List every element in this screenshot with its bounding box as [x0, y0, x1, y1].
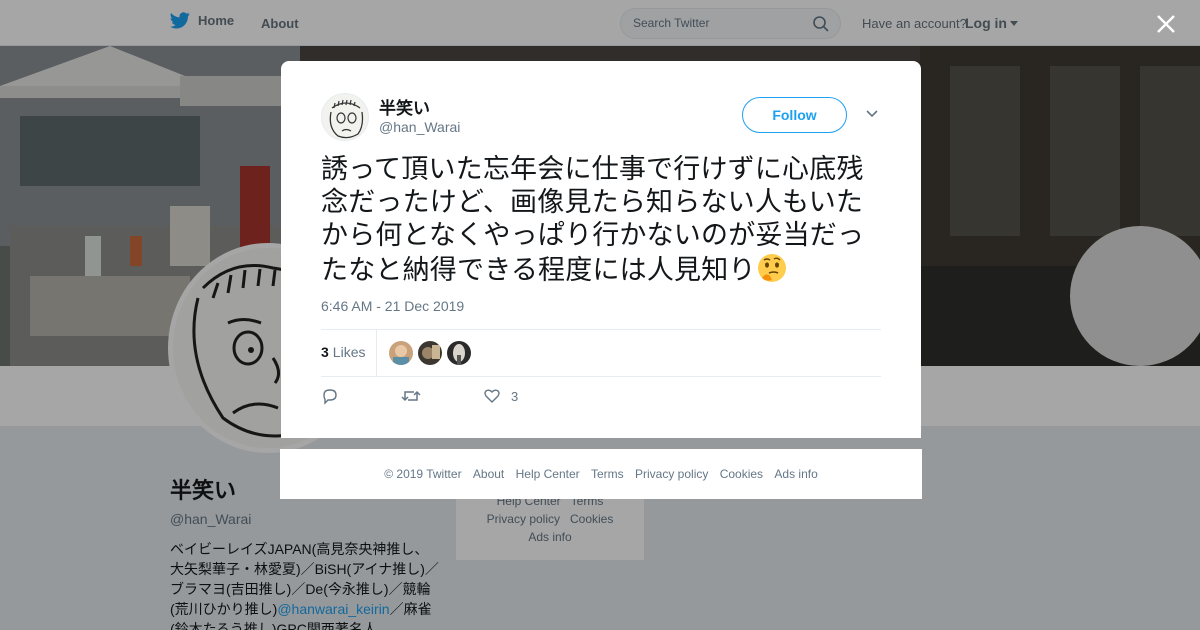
modal-footer: © 2019 Twitter About Help Center Terms P… [280, 449, 922, 499]
tweet-modal: 半笑い @han_Warai Follow 誘って頂いた忘年会に仕事で行けずに心… [281, 61, 921, 438]
close-icon[interactable] [1155, 13, 1177, 35]
tweet-author-handle[interactable]: @han_Warai [379, 119, 460, 135]
likes-label: Likes [332, 344, 366, 360]
footer-terms-link[interactable]: Terms [591, 467, 624, 481]
footer-ads-link[interactable]: Ads info [774, 467, 817, 481]
liker-avatar[interactable] [447, 341, 471, 365]
likes-count: 3 [321, 344, 329, 360]
tweet-author-avatar[interactable] [321, 93, 369, 141]
liker-avatars [389, 341, 471, 365]
liker-avatar[interactable] [418, 341, 442, 365]
reply-button[interactable] [321, 387, 339, 405]
thinking-face-icon [756, 252, 788, 292]
avatar-drawing-small [322, 94, 368, 140]
follow-button[interactable]: Follow [742, 97, 847, 133]
tweet-text: 誘って頂いた忘年会に仕事で行けずに心底残念だったけど、画像見たら知らない人もいた… [321, 153, 883, 292]
footer-copyright: © 2019 Twitter [384, 467, 462, 481]
stats-divider [376, 330, 377, 376]
retweet-icon [401, 390, 421, 402]
like-button[interactable]: 3 [483, 387, 518, 405]
chevron-down-icon[interactable] [865, 109, 879, 119]
footer-help-link[interactable]: Help Center [516, 467, 580, 481]
tweet-author-name[interactable]: 半笑い [379, 94, 430, 119]
heart-icon [484, 389, 500, 403]
retweet-button[interactable] [401, 387, 421, 405]
footer-cookies-link[interactable]: Cookies [720, 467, 763, 481]
reply-icon [323, 389, 337, 405]
footer-about-link[interactable]: About [473, 467, 504, 481]
liker-avatar[interactable] [389, 341, 413, 365]
tweet-timestamp[interactable]: 6:46 AM - 21 Dec 2019 [321, 298, 464, 314]
footer-privacy-link[interactable]: Privacy policy [635, 467, 708, 481]
likes-stat[interactable]: 3 Likes [321, 344, 365, 360]
tweet-stats: 3 Likes [321, 329, 881, 377]
like-count: 3 [511, 388, 519, 404]
